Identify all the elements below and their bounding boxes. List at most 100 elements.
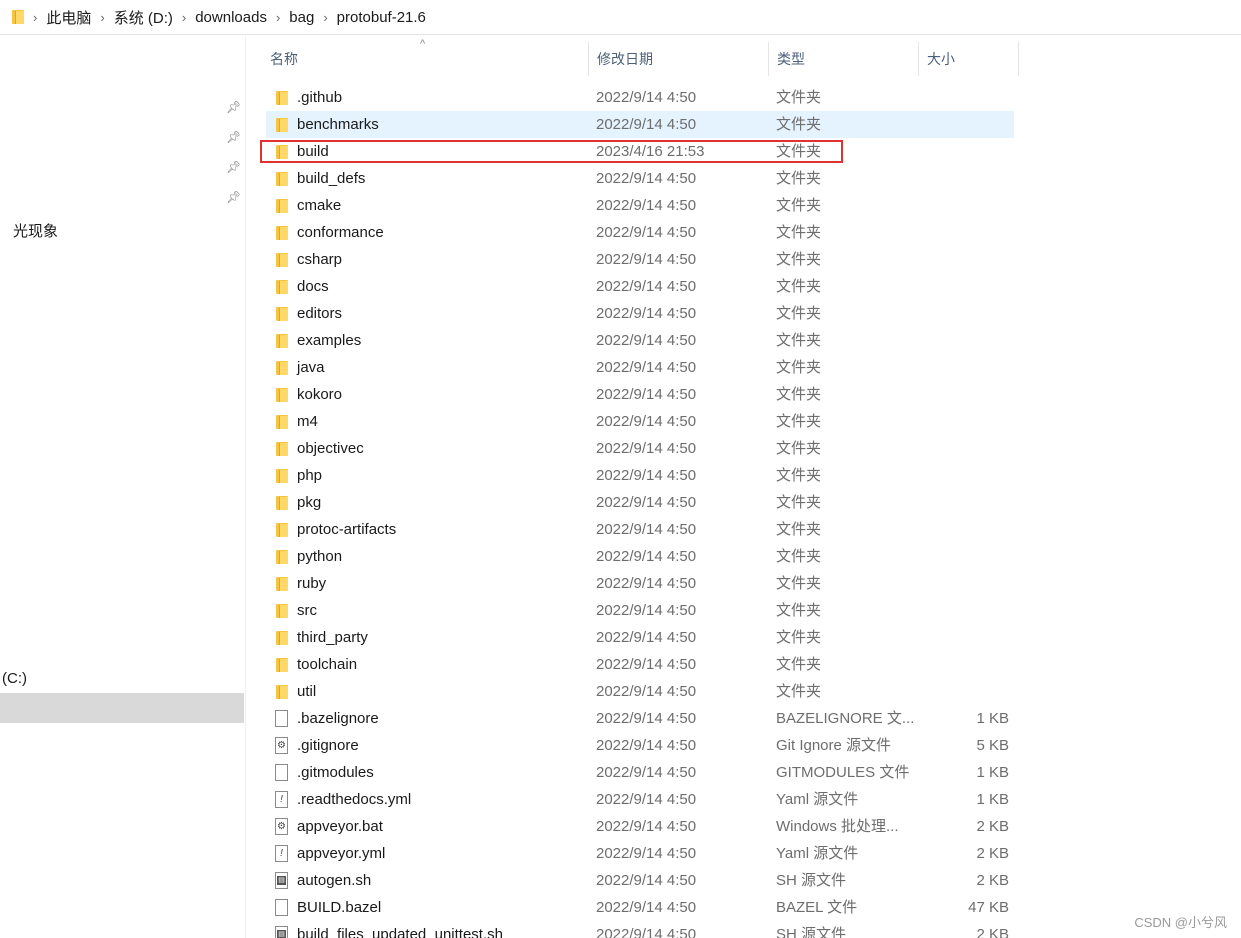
file-size: 1 KB [976, 764, 1009, 781]
pin-icon[interactable]: 📌︎ [226, 160, 241, 174]
file-type: 文件夹 [776, 683, 822, 700]
folder-icon [274, 656, 290, 673]
chevron-right-icon[interactable]: › [273, 10, 283, 25]
file-row[interactable]: .gitmodules 2022/9/14 4:50 GITMODULES 文件 1 … [266, 759, 1014, 786]
file-row[interactable]: protoc-artifacts 2022/9/14 4:50 文件夹 [266, 516, 1014, 543]
file-name: build_defs [297, 170, 366, 187]
chevron-right-icon[interactable]: › [179, 10, 189, 25]
file-name: benchmarks [297, 116, 379, 133]
pin-icon[interactable]: 📌︎ [226, 100, 241, 114]
file-type: 文件夹 [776, 251, 822, 268]
file-type: SH 源文件 [776, 926, 847, 938]
chevron-right-icon[interactable]: › [97, 10, 107, 25]
breadcrumb-bag[interactable]: bag [283, 9, 320, 26]
file-row[interactable]: pkg 2022/9/14 4:50 文件夹 [266, 489, 1014, 516]
file-row[interactable]: ruby 2022/9/14 4:50 文件夹 [266, 570, 1014, 597]
file-row[interactable]: third_party 2022/9/14 4:50 文件夹 [266, 624, 1014, 651]
file-row[interactable]: BUILD.bazel 2022/9/14 4:50 BAZEL 文件 47 KB [266, 894, 1014, 921]
folder-icon [274, 521, 290, 538]
nav-item-selected[interactable] [0, 693, 244, 723]
nav-item-drive-c[interactable]: (C:) [2, 670, 27, 687]
file-row[interactable]: .bazelignore 2022/9/14 4:50 BAZELIGNORE 文.… [266, 705, 1014, 732]
file-type: 文件夹 [776, 359, 822, 376]
file-date: 2022/9/14 4:50 [596, 278, 697, 295]
file-row[interactable]: objectivec 2022/9/14 4:50 文件夹 [266, 435, 1014, 462]
breadcrumb-drive-d[interactable]: 系统 (D:) [108, 7, 179, 28]
column-header-type[interactable]: 类型 [769, 42, 919, 76]
folder-icon [274, 143, 290, 160]
file-type: 文件夹 [776, 197, 822, 214]
file-name: java [297, 359, 325, 376]
chevron-right-icon[interactable]: › [320, 10, 330, 25]
file-row[interactable]: csharp 2022/9/14 4:50 文件夹 [266, 246, 1014, 273]
file-type: 文件夹 [776, 305, 822, 322]
file-type: 文件夹 [776, 575, 822, 592]
file-size: 1 KB [976, 710, 1009, 727]
file-size: 2 KB [976, 872, 1009, 889]
file-row[interactable]: conformance 2022/9/14 4:50 文件夹 [266, 219, 1014, 246]
file-date: 2022/9/14 4:50 [596, 521, 697, 538]
file-row[interactable]: php 2022/9/14 4:50 文件夹 [266, 462, 1014, 489]
pin-icon[interactable]: 📌︎ [226, 130, 241, 144]
folder-icon [274, 116, 290, 133]
file-date: 2022/9/14 4:50 [596, 872, 697, 889]
file-type: Yaml 源文件 [776, 791, 859, 808]
file-row[interactable]: src 2022/9/14 4:50 文件夹 [266, 597, 1014, 624]
file-row[interactable]: editors 2022/9/14 4:50 文件夹 [266, 300, 1014, 327]
file-name: ruby [297, 575, 327, 592]
file-row[interactable]: examples 2022/9/14 4:50 文件夹 [266, 327, 1014, 354]
file-row[interactable]: util 2022/9/14 4:50 文件夹 [266, 678, 1014, 705]
file-type: 文件夹 [776, 440, 822, 457]
file-name: build_files_updated_unittest.sh [297, 926, 503, 938]
file-row[interactable]: m4 2022/9/14 4:50 文件夹 [266, 408, 1014, 435]
file-row[interactable]: ⚙ appveyor.bat 2022/9/14 4:50 Windows 批处理..… [266, 813, 1014, 840]
file-row[interactable]: ⚙ .gitignore 2022/9/14 4:50 Git Ignore 源文件 5… [266, 732, 1014, 759]
file-size: 1 KB [976, 791, 1009, 808]
file-row[interactable]: kokoro 2022/9/14 4:50 文件夹 [266, 381, 1014, 408]
folder-icon [12, 10, 24, 24]
file-row[interactable]: .github 2022/9/14 4:50 文件夹 [266, 84, 1014, 111]
file-name: util [297, 683, 317, 700]
folder-icon [274, 332, 290, 349]
column-header-size[interactable]: 大小 [919, 42, 1019, 76]
file-date: 2022/9/14 4:50 [596, 845, 697, 862]
column-header-date[interactable]: 修改日期 [589, 42, 769, 76]
nav-item-guangxianxiang[interactable]: 光现象 [13, 220, 58, 241]
column-header-name[interactable]: 名称 [262, 42, 589, 76]
pane-divider[interactable] [245, 36, 246, 938]
file-type: 文件夹 [776, 494, 822, 511]
folder-icon [274, 386, 290, 403]
file-row[interactable]: benchmarks 2022/9/14 4:50 文件夹 [266, 111, 1014, 138]
breadcrumb-this-pc[interactable]: 此电脑 [40, 7, 97, 28]
file-row[interactable]: build_defs 2022/9/14 4:50 文件夹 [266, 165, 1014, 192]
file-row[interactable]: ! .readthedocs.yml 2022/9/14 4:50 Yaml 源文件 1… [266, 786, 1014, 813]
file-size: 2 KB [976, 845, 1009, 862]
shell-file-icon: ▤ [274, 926, 290, 938]
file-row[interactable]: docs 2022/9/14 4:50 文件夹 [266, 273, 1014, 300]
file-name: autogen.sh [297, 872, 372, 889]
file-row[interactable]: ! appveyor.yml 2022/9/14 4:50 Yaml 源文件 2 KB [266, 840, 1014, 867]
folder-icon [274, 629, 290, 646]
address-bar[interactable]: › 此电脑 › 系统 (D:) › downloads › bag › prot… [0, 0, 1241, 35]
file-row[interactable]: python 2022/9/14 4:50 文件夹 [266, 543, 1014, 570]
folder-icon [274, 224, 290, 241]
file-name: docs [297, 278, 329, 295]
file-row[interactable]: toolchain 2022/9/14 4:50 文件夹 [266, 651, 1014, 678]
file-row[interactable]: build 2023/4/16 21:53 文件夹 [266, 138, 1014, 165]
breadcrumb-downloads[interactable]: downloads [189, 9, 273, 26]
file-row[interactable]: java 2022/9/14 4:50 文件夹 [266, 354, 1014, 381]
file-row[interactable]: cmake 2022/9/14 4:50 文件夹 [266, 192, 1014, 219]
chevron-right-icon[interactable]: › [30, 10, 40, 25]
file-name: csharp [297, 251, 343, 268]
folder-icon [274, 413, 290, 430]
folder-icon [274, 251, 290, 268]
file-row[interactable]: ▤ autogen.sh 2022/9/14 4:50 SH 源文件 2 KB [266, 867, 1014, 894]
folder-icon [274, 197, 290, 214]
file-type: 文件夹 [776, 224, 822, 241]
file-name: .gitmodules [297, 764, 374, 781]
file-size: 2 KB [976, 818, 1009, 835]
breadcrumb-protobuf[interactable]: protobuf-21.6 [331, 9, 432, 26]
yaml-file-icon: ! [274, 845, 290, 862]
pin-icon[interactable]: 📌︎ [226, 190, 241, 204]
file-row[interactable]: ▤ build_files_updated_unittest.sh 2022/9/1… [266, 921, 1014, 938]
